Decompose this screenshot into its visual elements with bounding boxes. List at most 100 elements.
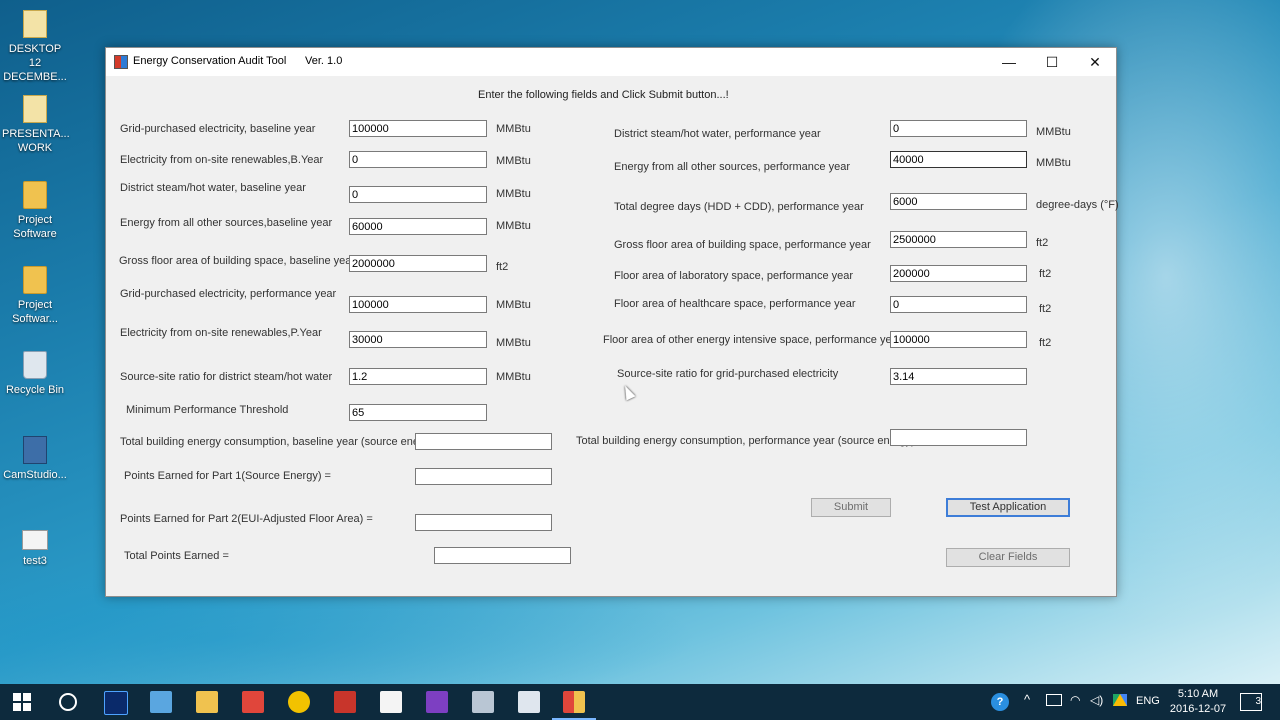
desktop-icon-camstudio[interactable]: CamStudio... <box>2 436 68 482</box>
input-district-steam-baseline[interactable] <box>349 186 487 203</box>
input-other-sources-performance[interactable] <box>890 151 1027 168</box>
window-icon[interactable] <box>518 691 540 713</box>
input-gross-floor-baseline[interactable] <box>349 255 487 272</box>
label-source-site-ratio-steam: Source-site ratio for district steam/hot… <box>120 371 333 383</box>
label-other-sources-performance: Energy from all other sources, performan… <box>614 161 850 173</box>
label-source-site-ratio-grid: Source-site ratio for grid-purchased ele… <box>617 368 839 380</box>
audit-tool-window: Energy Conservation Audit Tool Ver. 1.0 … <box>105 47 1119 597</box>
pdf-editor-icon[interactable] <box>334 691 356 713</box>
desktop-icon-presentation[interactable]: PRESENTA... WORK <box>2 95 70 155</box>
desktop-icon-test3[interactable]: test3 <box>2 530 68 568</box>
clock-time: 5:10 AM <box>1177 688 1219 700</box>
notepad-icon[interactable] <box>380 691 402 713</box>
input-onsite-renewables-performance[interactable] <box>349 331 487 348</box>
label-min-performance-threshold: Minimum Performance Threshold <box>126 404 289 416</box>
label-points-part1: Points Earned for Part 1(Source Energy) … <box>124 470 331 482</box>
photoshop-icon[interactable] <box>104 691 128 715</box>
unit-label: MMBtu <box>1036 126 1071 138</box>
input-energy-intensive-floor-area[interactable] <box>890 331 1027 348</box>
unit-label: ft2 <box>496 261 509 273</box>
close-button[interactable]: ✕ <box>1073 48 1117 76</box>
file-icon <box>23 10 47 38</box>
unit-label: MMBtu <box>496 299 531 311</box>
unit-label: ft2 <box>1039 268 1052 280</box>
label-onsite-renewables-performance: Electricity from on-site renewables,P.Ye… <box>120 327 322 339</box>
windows-start-icon[interactable] <box>13 693 31 711</box>
clock-date: 2016-12-07 <box>1169 703 1227 715</box>
label-onsite-renewables-baseline: Electricity from on-site renewables,B.Ye… <box>120 154 324 166</box>
audit-tool-taskbar-icon[interactable] <box>552 691 596 720</box>
input-gross-floor-performance[interactable] <box>890 231 1027 248</box>
unit-label: MMBtu <box>496 188 531 200</box>
input-other-sources-baseline[interactable] <box>349 218 487 235</box>
label-other-sources-baseline: Energy from all other sources,baseline y… <box>120 217 333 229</box>
camstudio-icon <box>23 436 47 464</box>
input-district-steam-performance[interactable] <box>890 120 1027 137</box>
input-laboratory-floor-area[interactable] <box>890 265 1027 282</box>
language-indicator[interactable]: ENG <box>1136 695 1160 707</box>
label-district-steam-performance: District steam/hot water, performance ye… <box>614 128 821 140</box>
chrome-icon[interactable] <box>288 691 310 713</box>
help-icon[interactable]: ? <box>991 693 1009 711</box>
window-titlebar[interactable]: Energy Conservation Audit Tool Ver. 1.0 … <box>106 48 1116 76</box>
recycle-bin-icon <box>23 351 47 379</box>
input-healthcare-floor-area[interactable] <box>890 296 1027 313</box>
test-application-button[interactable]: Test Application <box>946 498 1070 517</box>
input-source-site-ratio-steam[interactable] <box>349 368 487 385</box>
network-icon[interactable] <box>150 691 172 713</box>
label-healthcare-floor-area: Floor area of healthcare space, performa… <box>614 298 856 310</box>
acrobat-icon[interactable] <box>242 691 264 713</box>
minimize-button[interactable]: — <box>987 48 1031 76</box>
desktop-icon-project-software-2[interactable]: Project Softwar... <box>2 266 68 326</box>
desktop-icon-project-software[interactable]: Project Software <box>2 181 68 241</box>
unit-label: ft2 <box>1036 237 1049 249</box>
output-points-part1[interactable] <box>415 468 552 485</box>
input-source-site-ratio-grid[interactable] <box>890 368 1027 385</box>
chevron-up-icon[interactable]: ^ <box>1024 692 1030 707</box>
desktop-icon-label: Recycle Bin <box>5 384 65 396</box>
submit-button[interactable]: Submit <box>811 498 891 517</box>
output-total-performance-energy[interactable] <box>890 429 1027 446</box>
input-grid-electricity-performance[interactable] <box>349 296 487 313</box>
taskbar: ? ^ ◠ ◁) ENG <box>0 684 1280 720</box>
label-total-points: Total Points Earned = <box>124 550 229 562</box>
unit-label: MMBtu <box>496 371 531 383</box>
unit-label: degree-days (°F) <box>1036 199 1119 211</box>
app-icon <box>114 55 128 69</box>
unit-label: MMBtu <box>496 337 531 349</box>
output-total-points[interactable] <box>434 547 571 564</box>
unit-label: MMBtu <box>496 123 531 135</box>
desktop-icon-recycle-bin[interactable]: Recycle Bin <box>2 351 68 397</box>
notification-center-icon[interactable]: 3 <box>1240 693 1262 711</box>
notification-count: 3 <box>1255 696 1261 707</box>
desktop-icon-label: Project Software <box>13 214 57 240</box>
desktop-icon-label: PRESENTA... WORK <box>2 128 70 154</box>
input-total-degree-days[interactable] <box>890 193 1027 210</box>
label-laboratory-floor-area: Floor area of laboratory space, performa… <box>614 270 854 282</box>
volume-icon[interactable]: ◁) <box>1090 693 1103 707</box>
cortana-search-icon[interactable] <box>59 693 77 711</box>
wifi-icon[interactable]: ◠ <box>1070 693 1080 707</box>
label-gross-floor-performance: Gross floor area of building space, perf… <box>614 239 871 251</box>
input-min-performance-threshold[interactable] <box>349 404 487 421</box>
desktop-icon-label: test3 <box>23 555 47 567</box>
clear-fields-button[interactable]: Clear Fields <box>946 548 1070 567</box>
battery-icon[interactable] <box>1046 694 1062 706</box>
maximize-button[interactable]: ☐ <box>1030 48 1074 76</box>
output-total-baseline-energy[interactable] <box>415 433 552 450</box>
system-clock[interactable]: 5:10 AM 2016-12-07 <box>1166 687 1230 717</box>
input-grid-electricity-baseline[interactable] <box>349 120 487 137</box>
label-total-degree-days: Total degree days (HDD + CDD), performan… <box>614 201 864 213</box>
visual-studio-icon[interactable] <box>426 691 448 713</box>
output-points-part2[interactable] <box>415 514 552 531</box>
file-explorer-icon[interactable] <box>196 691 218 713</box>
google-drive-icon[interactable] <box>1113 694 1127 706</box>
printer-icon[interactable] <box>472 691 494 713</box>
file-icon <box>23 95 47 123</box>
desktop-icon-label: Project Softwar... <box>12 299 58 325</box>
instruction-text: Enter the following fields and Click Sub… <box>478 89 729 101</box>
folder-icon <box>23 181 47 209</box>
unit-label: MMBtu <box>496 220 531 232</box>
input-onsite-renewables-baseline[interactable] <box>349 151 487 168</box>
desktop-icon-desktop-12[interactable]: DESKTOP 12 DECEMBE... <box>2 10 68 84</box>
